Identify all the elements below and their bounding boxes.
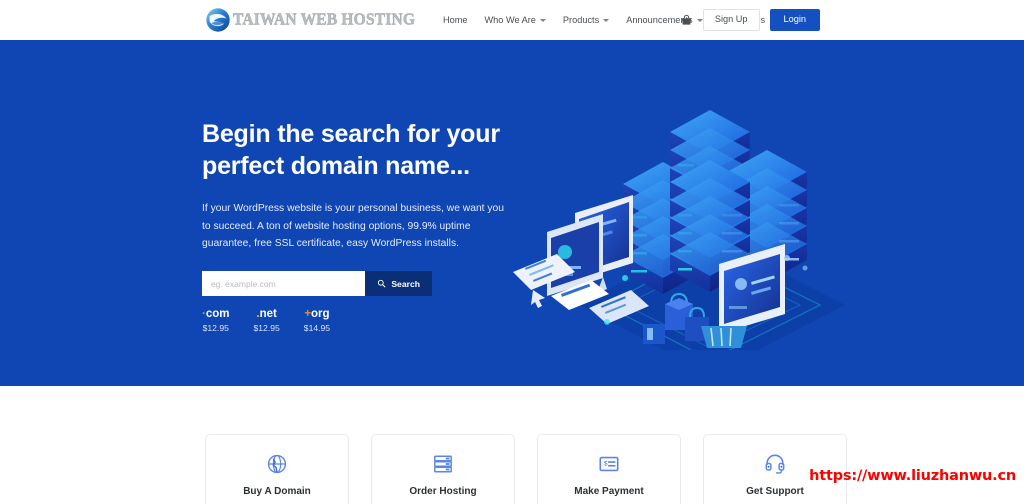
- server-icon: [434, 455, 452, 473]
- globe-icon: [267, 454, 287, 474]
- hero-title-line2: perfect domain name...: [202, 152, 470, 180]
- quick-action-order-hosting[interactable]: Order Hosting: [371, 434, 515, 504]
- nav-item-home[interactable]: Home: [443, 15, 468, 25]
- tld-price: $12.95: [253, 322, 280, 333]
- hero-title: Begin the search for your perfect domain…: [202, 118, 512, 182]
- quick-action-buy-a-domain[interactable]: Buy A Domain: [205, 434, 349, 504]
- quick-action-label: Make Payment: [574, 486, 644, 497]
- chevron-down-icon: [603, 18, 610, 22]
- hero-copy: Begin the search for your perfect domain…: [202, 118, 512, 332]
- domain-search-input[interactable]: [202, 271, 366, 297]
- search-icon: [378, 279, 386, 288]
- login-button[interactable]: Login: [769, 9, 820, 31]
- nav-item-label: Products: [562, 15, 600, 25]
- quick-action-label: Buy A Domain: [243, 486, 311, 497]
- nav-item-label: Home: [443, 15, 468, 25]
- domain-search-button[interactable]: Search: [365, 271, 432, 297]
- svg-text:$: $: [604, 460, 608, 467]
- tld-name: ·com: [202, 308, 230, 321]
- tld-name: +org: [304, 308, 330, 321]
- tld-label: net: [259, 308, 277, 321]
- nav-item-who-we-are[interactable]: Who We Are: [485, 15, 546, 25]
- hero-subtitle: If your WordPress website is your person…: [202, 203, 504, 250]
- isometric-server-racks-illustration: [513, 110, 845, 350]
- hero-section: Begin the search for your perfect domain…: [0, 40, 1024, 386]
- signup-button[interactable]: Sign Up: [702, 9, 760, 31]
- nav-item-label: Who We Are: [484, 15, 536, 25]
- chevron-down-icon: [539, 18, 546, 22]
- quick-action-label: Get Support: [746, 486, 804, 497]
- payment-card-icon: $: [599, 456, 619, 472]
- tld-label: org: [311, 308, 330, 321]
- header-actions: Sign Up Login: [680, 0, 820, 40]
- tld-item-com: ·com $12.95: [202, 308, 230, 333]
- quick-action-make-payment[interactable]: $ Make Payment: [537, 434, 681, 504]
- tld-price: $12.95: [202, 322, 229, 333]
- tld-price-list: ·com $12.95 .net $12.95 +org $14.95: [202, 308, 512, 333]
- tld-label: com: [205, 308, 230, 321]
- tld-name: .net: [254, 308, 280, 321]
- nav-item-products[interactable]: Products: [562, 15, 610, 25]
- quick-action-label: Order Hosting: [409, 486, 477, 497]
- site-watermark: https://www.liuzhanwu.cn: [809, 468, 1016, 484]
- domain-search-form: Search: [202, 271, 432, 297]
- tld-item-org: +org $14.95: [303, 308, 331, 333]
- site-header: TAIWAN WEB HOSTING Home Who We Are Produ…: [0, 0, 1024, 40]
- quick-actions-list: Buy A Domain Order Hosting $ Make Paymen…: [205, 434, 847, 504]
- tld-item-net: .net $12.95: [253, 308, 280, 333]
- hero-title-line1: Begin the search for your: [202, 120, 500, 148]
- headset-icon: [765, 454, 785, 474]
- page-root: TAIWAN WEB HOSTING Home Who We Are Produ…: [0, 0, 1024, 504]
- domain-search-button-label: Search: [391, 278, 420, 289]
- globe-logo-icon: [206, 8, 230, 32]
- site-logo[interactable]: TAIWAN WEB HOSTING: [205, 7, 415, 33]
- quick-actions-section: Buy A Domain Order Hosting $ Make Paymen…: [0, 386, 1024, 504]
- tld-price: $14.95: [303, 322, 331, 333]
- site-logo-text: TAIWAN WEB HOSTING: [233, 9, 416, 29]
- shopping-basket-icon[interactable]: [680, 14, 693, 27]
